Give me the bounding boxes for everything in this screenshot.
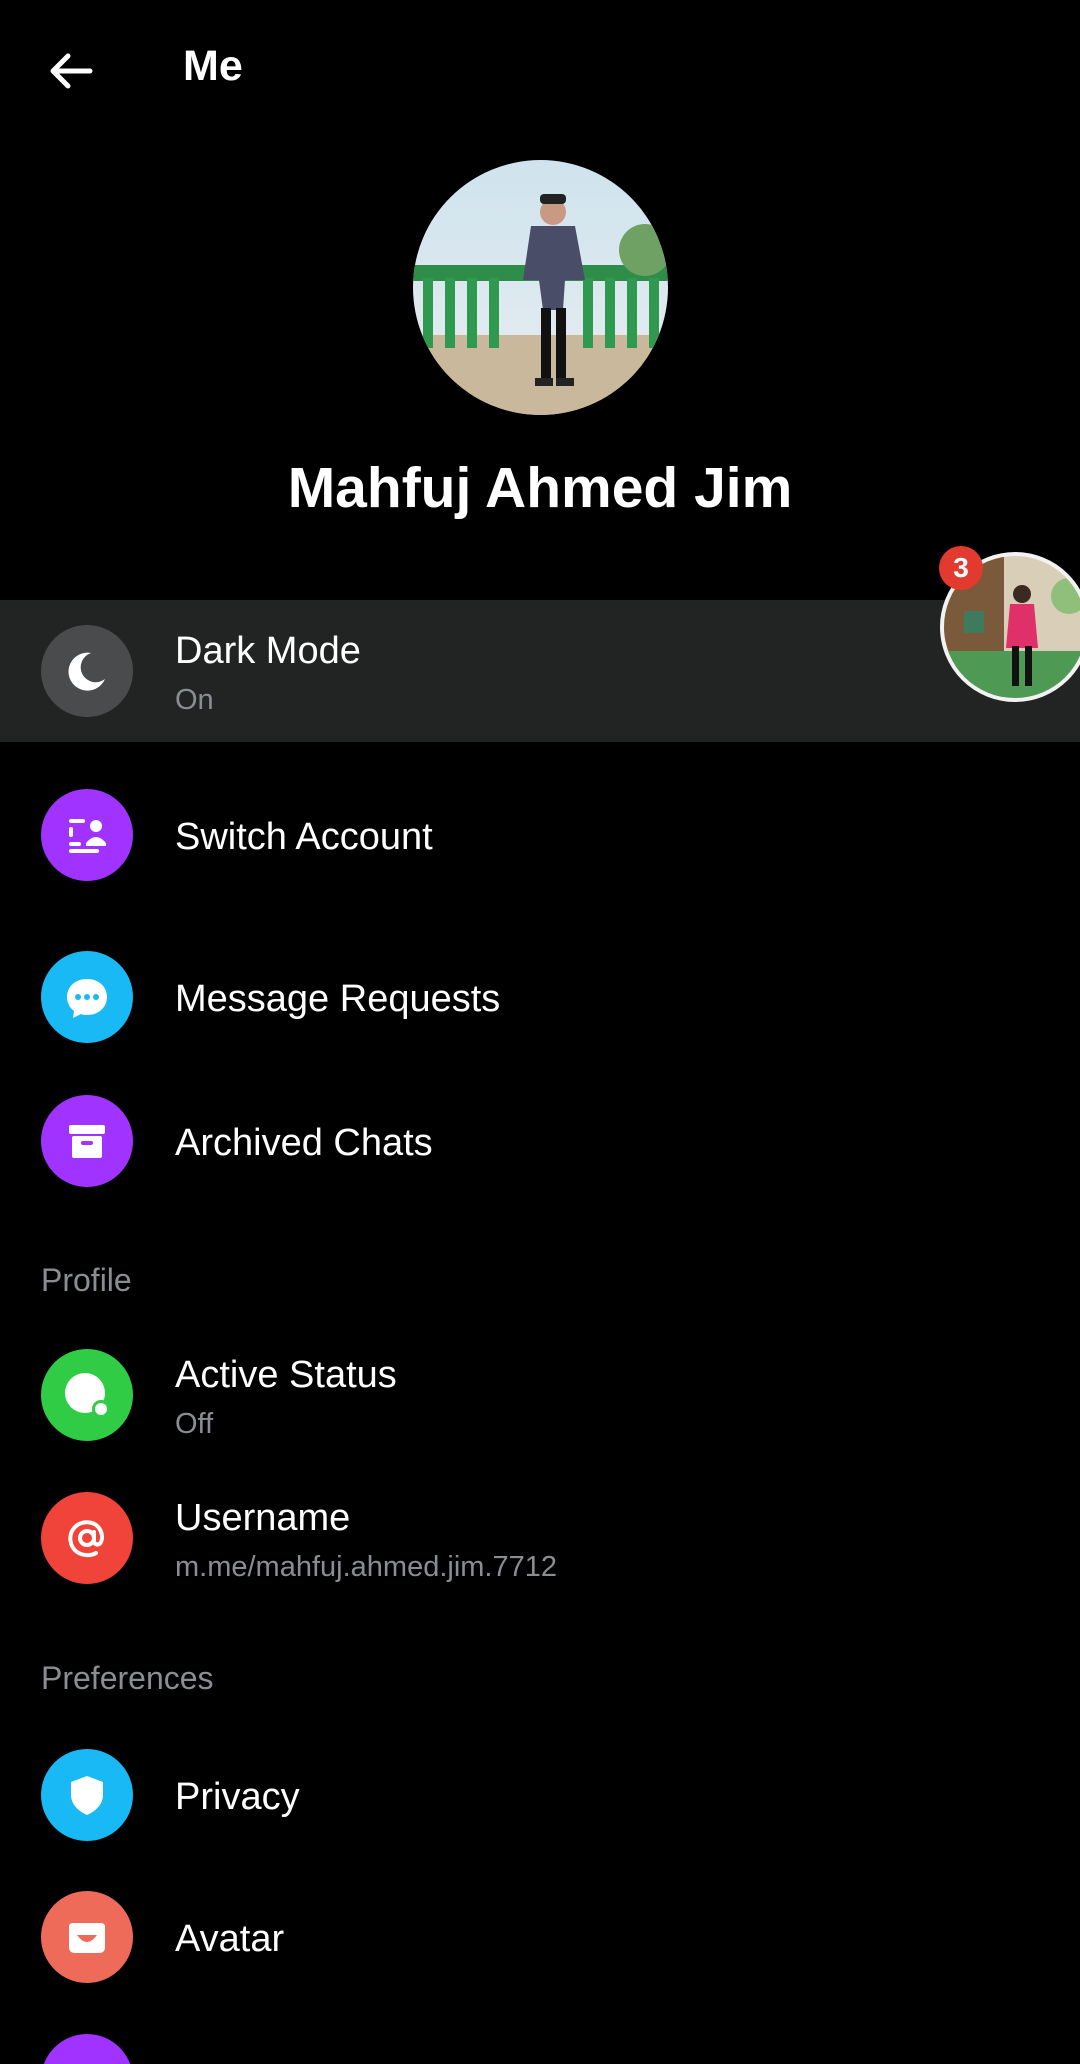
- switch-account-row[interactable]: Switch Account: [0, 764, 1080, 906]
- avatar-label: Avatar: [175, 1918, 285, 1960]
- back-button[interactable]: [30, 30, 112, 112]
- privacy-label: Privacy: [175, 1776, 300, 1818]
- top-app-bar: Me: [0, 0, 1080, 140]
- username-row[interactable]: Username m.me/mahfuj.ahmed.jim.7712: [0, 1467, 1080, 1609]
- active-status-label: Active Status: [175, 1354, 397, 1396]
- me-settings-screen: Me Mahfuj Ahmed Jim Dark Mode On Switch …: [0, 0, 1080, 2064]
- archived-chats-row[interactable]: Archived Chats: [0, 1070, 1080, 1212]
- moon-icon: [41, 625, 133, 717]
- section-header-preferences: Preferences: [41, 1660, 214, 1696]
- chat-bubble-icon: [41, 951, 133, 1043]
- message-requests-row[interactable]: Message Requests: [0, 926, 1080, 1068]
- page-title: Me: [183, 42, 243, 90]
- active-status-row[interactable]: Active Status Off: [0, 1324, 1080, 1466]
- avatar-row[interactable]: Avatar: [0, 1866, 1080, 2008]
- switch-account-label: Switch Account: [175, 816, 433, 858]
- profile-photo: [413, 160, 668, 415]
- archived-chats-label: Archived Chats: [175, 1122, 433, 1164]
- archive-box-icon: [41, 1095, 133, 1187]
- active-status-value: Off: [175, 1408, 214, 1440]
- arrow-left-icon: [50, 53, 93, 89]
- shield-icon: [41, 1749, 133, 1841]
- switch-account-icon: [41, 789, 133, 881]
- section-header-profile: Profile: [41, 1262, 132, 1298]
- profile-avatar[interactable]: [413, 160, 668, 415]
- username-value: m.me/mahfuj.ahmed.jim.7712: [175, 1551, 557, 1583]
- privacy-row[interactable]: Privacy: [0, 1724, 1080, 1866]
- unread-count-badge: 3: [939, 546, 983, 590]
- at-sign-icon: [41, 1492, 133, 1584]
- avatar-face-icon: [41, 1891, 133, 1983]
- active-status-icon: [41, 1349, 133, 1441]
- dark-mode-label: Dark Mode: [175, 630, 361, 672]
- dark-mode-row[interactable]: Dark Mode On: [0, 600, 1080, 742]
- profile-name: Mahfuj Ahmed Jim: [287, 456, 793, 520]
- next-item-icon-partial: [41, 2034, 133, 2064]
- dark-mode-value: On: [175, 684, 214, 716]
- username-label: Username: [175, 1497, 351, 1539]
- message-requests-label: Message Requests: [175, 978, 501, 1020]
